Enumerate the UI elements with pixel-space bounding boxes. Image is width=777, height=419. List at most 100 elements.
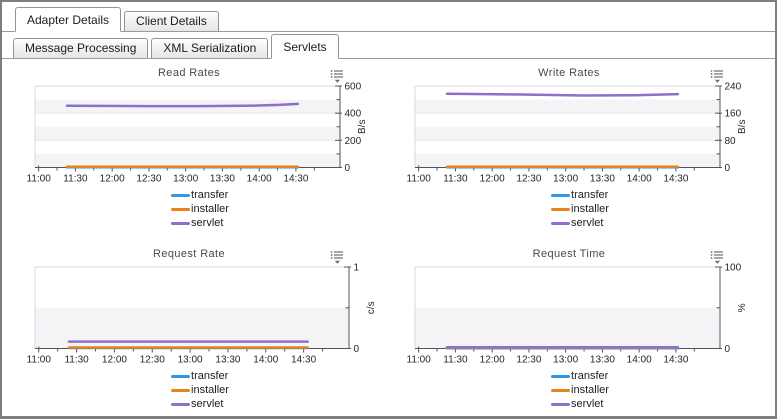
chart-legend: transferinstallerservlet [10,369,390,411]
x-tick-label: 11:30 [64,355,89,366]
legend-label: transfer [571,189,608,201]
legend-swatch-transfer [551,375,570,378]
x-tick-label: 13:30 [210,174,235,185]
plot-band [35,86,340,100]
x-tick-label: 12:30 [516,355,541,366]
legend-swatch-installer [551,208,570,211]
y-tick-label: 80 [725,136,737,147]
x-tick-label: 11:00 [407,174,432,185]
legend-swatch-transfer [551,194,570,197]
x-tick-label: 13:30 [590,174,615,185]
x-tick-label: 14:30 [291,355,316,366]
tab-xml-serialization[interactable]: XML Serialization [151,38,268,59]
chart-legend: transferinstallerservlet [390,188,770,230]
tab-servlets[interactable]: Servlets [271,34,338,59]
legend-options-icon[interactable] [330,250,344,264]
legend-item-installer[interactable]: installer [551,202,609,216]
tab-client-details[interactable]: Client Details [124,11,219,32]
x-tick-label: 14:00 [627,174,652,185]
x-tick-label: 12:00 [100,174,125,185]
y-tick-label: 1 [354,263,360,274]
y-axis-unit-label: B/s [357,120,368,134]
legend-item-servlet[interactable]: servlet [171,397,229,411]
legend-item-transfer[interactable]: transfer [171,188,229,202]
x-tick-label: 13:30 [590,355,615,366]
x-tick-label: 13:00 [553,174,578,185]
main-tab-bar: Adapter DetailsClient Details [2,7,775,32]
x-tick-label: 14:30 [663,355,688,366]
y-tick-label: 0 [354,344,360,355]
legend-item-transfer[interactable]: transfer [551,369,609,383]
plot-band [415,100,720,114]
legend-box: transferinstallerservlet [551,188,609,230]
legend-label: installer [571,384,609,396]
chart-canvas-read-rates[interactable]: 020040060011:0011:3012:0012:3013:0013:30… [10,82,390,184]
y-axis-unit-label: c/s [366,301,377,314]
x-tick-label: 12:00 [480,355,505,366]
legend-item-servlet[interactable]: servlet [551,216,609,230]
legend-swatch-installer [171,208,190,211]
y-tick-label: 240 [725,82,742,93]
plot-band [35,154,340,168]
chart-request-time: Request Time010011:0011:3012:0012:3013:0… [390,243,770,413]
x-tick-label: 11:00 [27,355,52,366]
plot-band [415,308,720,349]
legend-swatch-transfer [171,194,190,197]
adapter-monitor-window: Adapter DetailsClient Details Message Pr… [0,0,777,419]
legend-item-transfer[interactable]: transfer [171,369,229,383]
x-tick-label: 12:00 [480,174,505,185]
plot-band [35,267,349,308]
series-line-servlet [447,94,678,96]
legend-options-icon[interactable] [710,250,724,264]
chart-legend: transfer installerservlet [10,188,390,230]
tab-message-processing[interactable]: Message Processing [13,38,148,59]
legend-box: transfer installerservlet [171,188,229,230]
plot-band [35,127,340,141]
legend-item-installer[interactable]: installer [171,383,229,397]
legend-label: transfer [191,370,228,382]
y-tick-label: 0 [725,163,731,174]
x-tick-label: 14:00 [247,174,272,185]
legend-label: servlet [191,398,223,410]
chart-legend: transferinstaller servlet [390,369,770,411]
plot-band [35,113,340,127]
legend-options-icon[interactable] [330,69,344,83]
chart-canvas-request-time[interactable]: 010011:0011:3012:0012:3013:0013:3014:001… [390,263,770,365]
tab-adapter-details[interactable]: Adapter Details [15,7,121,32]
plot-band [415,154,720,168]
chart-write-rates: Write Rates08016024011:0011:3012:0012:30… [390,62,770,232]
x-tick-label: 12:00 [102,355,127,366]
chart-request-rate: Request Rate0111:0011:3012:0012:3013:001… [10,243,390,413]
chart-title: Request Rate [10,248,368,260]
x-tick-label: 11:00 [27,174,52,185]
legend-swatch-servlet [171,222,190,225]
legend-options-icon[interactable] [710,69,724,83]
legend-item-servlet[interactable]: servlet [171,216,229,230]
chart-canvas-write-rates[interactable]: 08016024011:0011:3012:0012:3013:0013:301… [390,82,770,184]
legend-item-installer[interactable]: installer [171,202,229,216]
legend-label: servlet [571,398,603,410]
chart-canvas-request-rate[interactable]: 0111:0011:3012:0012:3013:0013:3014:0014:… [10,263,390,365]
x-tick-label: 14:30 [663,174,688,185]
y-tick-label: 160 [725,109,742,120]
y-tick-label: 0 [725,344,731,355]
legend-swatch-installer [171,389,190,392]
legend-item-installer[interactable]: installer [551,383,609,397]
legend-label: installer [191,203,229,215]
plot-band [415,267,720,308]
x-tick-label: 12:30 [516,174,541,185]
legend-box: transferinstallerservlet [171,369,229,411]
legend-swatch-installer [551,389,570,392]
sub-tab-bar: Message ProcessingXML SerializationServl… [2,34,775,59]
y-tick-label: 100 [725,263,742,274]
legend-label: transfer [191,189,228,201]
legend-swatch-servlet [551,403,570,406]
legend-swatch-servlet [551,222,570,225]
legend-item-transfer[interactable]: transfer [551,188,609,202]
x-tick-label: 11:30 [63,174,88,185]
chart-read-rates: Read Rates020040060011:0011:3012:0012:30… [10,62,390,232]
x-tick-label: 11:00 [407,355,432,366]
chart-title: Read Rates [10,67,368,79]
legend-item-servlet[interactable]: servlet [551,397,609,411]
y-tick-label: 0 [345,163,351,174]
